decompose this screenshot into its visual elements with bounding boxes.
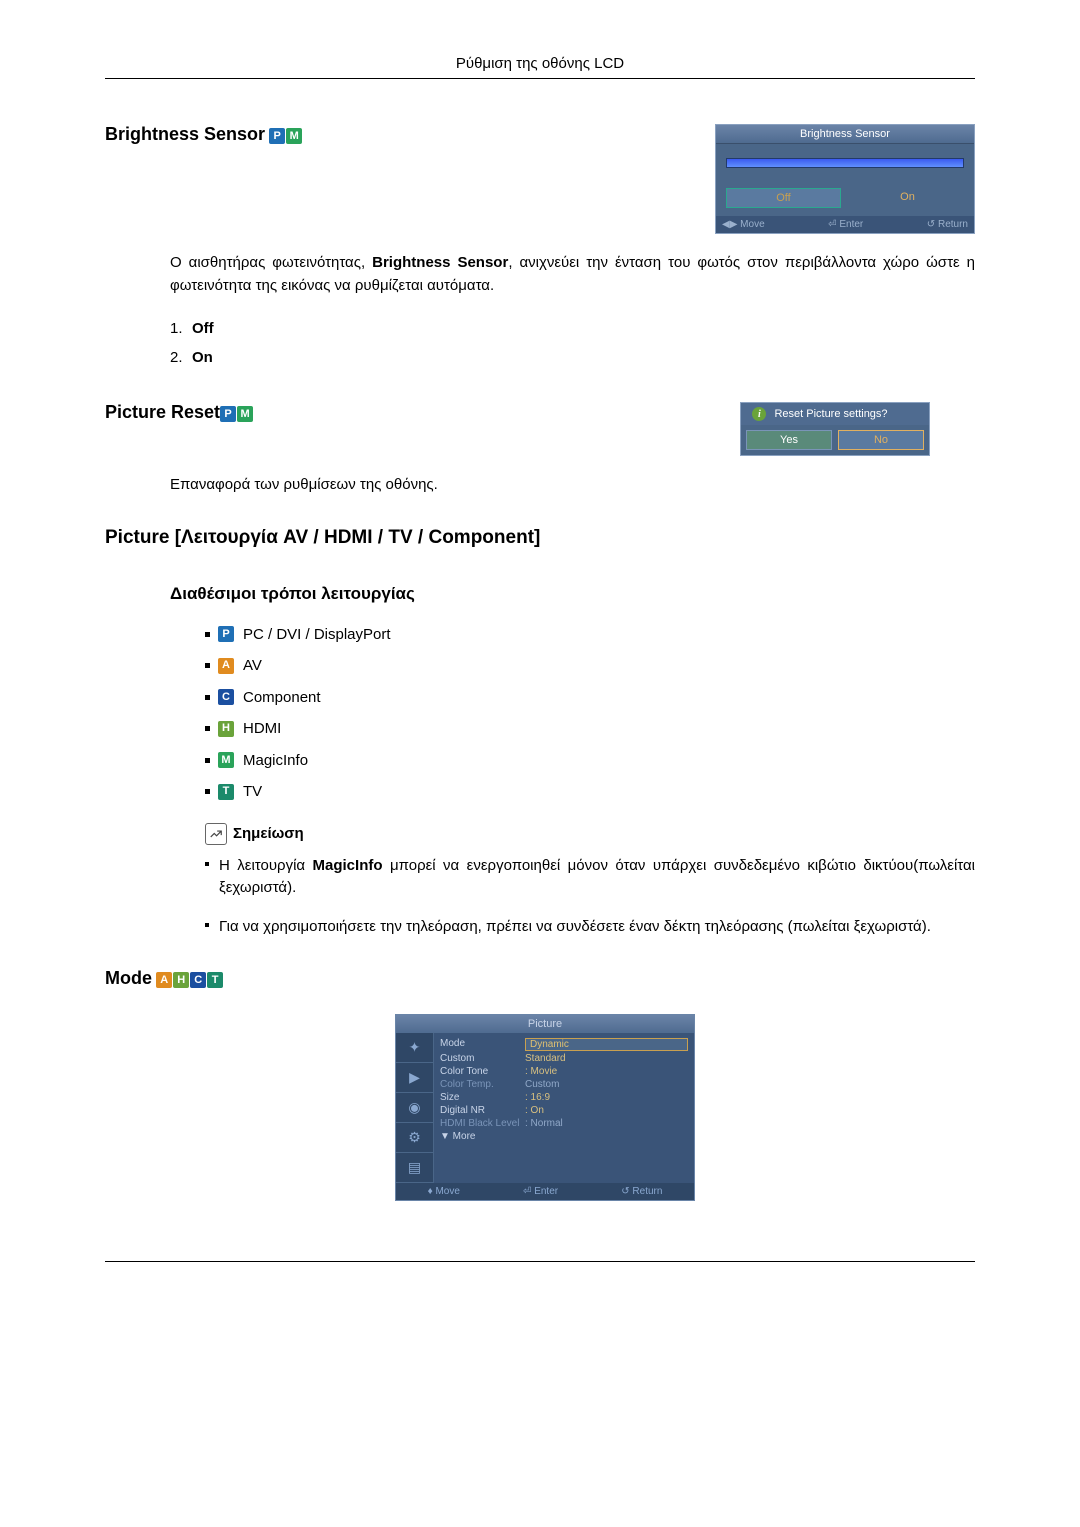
no-button[interactable]: No	[838, 430, 924, 450]
osd-row[interactable]: Size: 16:9	[440, 1091, 688, 1104]
osd-row-label: Color Tone	[440, 1066, 525, 1077]
osd-row-value: : Normal	[525, 1118, 688, 1129]
note-list: Η λειτουργία MagicInfo μπορεί να ενεργοπ…	[205, 855, 975, 939]
picture-av-title: Picture [Λειτουργία AV / HDMI / TV / Com…	[105, 527, 540, 549]
osd-row[interactable]: Digital NR: On	[440, 1104, 688, 1117]
yes-button[interactable]: Yes	[746, 430, 832, 450]
note-icon	[205, 823, 227, 845]
modes-list: P PC / DVI / DisplayPort A AV C Componen…	[205, 619, 975, 808]
mode-item: C Component	[205, 682, 975, 714]
osd-slider-area	[716, 144, 974, 182]
osd-row-label: Mode	[440, 1038, 525, 1051]
osd-return-hint: ↺ Return	[621, 1186, 662, 1197]
modes-subtitle: Διαθέσιμοι τρόποι λειτουργίας	[170, 584, 975, 604]
osd-off-button[interactable]: Off	[726, 188, 841, 208]
osd-row-value: : 16:9	[525, 1092, 688, 1103]
a-icon: A	[156, 972, 172, 988]
p-icon: P	[218, 626, 234, 642]
osd-row-value: : Movie	[525, 1066, 688, 1077]
reset-description: Επαναφορά των ρυθμίσεων της οθόνης.	[170, 474, 975, 497]
mode-item: A AV	[205, 650, 975, 682]
reset-question: Reset Picture settings?	[774, 408, 887, 420]
osd-row-label: HDMI Black Level	[440, 1118, 525, 1129]
brightness-description: Ο αισθητήρας φωτεινότητας, Brightness Se…	[170, 252, 975, 297]
page-header: Ρύθμιση της οθόνης LCD	[105, 55, 975, 79]
osd-row[interactable]: ▼ More	[440, 1130, 688, 1143]
t-icon: T	[218, 784, 234, 800]
osd-slider-bar[interactable]	[726, 158, 964, 168]
osd-on-button[interactable]: On	[851, 188, 964, 208]
brightness-osd-panel: Brightness Sensor Off On ◀▶ Move ⏎ Enter…	[715, 124, 975, 234]
sidebar-gear-icon[interactable]: ⚙	[396, 1123, 433, 1153]
osd-main-area: ModeDynamicCustomStandardColor Tone: Mov…	[434, 1033, 694, 1183]
osd-enter-hint: ⏎ Enter	[523, 1186, 558, 1197]
osd-row-label: Custom	[440, 1053, 525, 1064]
osd-row-value: Dynamic	[525, 1038, 688, 1051]
sidebar-display-icon[interactable]: ▶	[396, 1063, 433, 1093]
mode-label: HDMI	[243, 713, 281, 745]
mode-item: P PC / DVI / DisplayPort	[205, 619, 975, 651]
osd-row[interactable]: HDMI Black Level: Normal	[440, 1117, 688, 1130]
osd-title: Brightness Sensor	[716, 125, 974, 144]
mode-label: PC / DVI / DisplayPort	[243, 619, 391, 651]
osd-row[interactable]: Color Tone: Movie	[440, 1065, 688, 1078]
osd-sidebar: ✦ ▶ ◉ ⚙ ▤	[396, 1033, 434, 1183]
picture-osd-panel: Picture ✦ ▶ ◉ ⚙ ▤ ModeDynamicCustomStand…	[395, 1014, 695, 1201]
mode-item: T TV	[205, 776, 975, 808]
osd-row-label: Color Temp.	[440, 1079, 525, 1090]
sidebar-picture-icon[interactable]: ✦	[396, 1033, 433, 1063]
p-icon: P	[269, 128, 285, 144]
mode-title: Mode	[105, 968, 152, 989]
mode-label: AV	[243, 650, 262, 682]
c-icon: C	[218, 689, 234, 705]
osd-row-value: Custom	[525, 1079, 688, 1090]
t-icon: T	[207, 972, 223, 988]
mode-label: TV	[243, 776, 262, 808]
m-icon: M	[218, 752, 234, 768]
m-icon: M	[237, 406, 253, 422]
osd-row-value: Standard	[525, 1053, 688, 1064]
footer-rule	[105, 1261, 975, 1262]
osd-row-value: : On	[525, 1105, 688, 1116]
osd-move-hint: ◀▶ Move	[722, 219, 765, 230]
note-heading: Σημείωση	[205, 823, 975, 845]
osd-return-hint: ↺ Return	[927, 219, 968, 230]
osd-enter-hint: ⏎ Enter	[828, 219, 863, 230]
h-icon: H	[173, 972, 189, 988]
mode-item: M MagicInfo	[205, 745, 975, 777]
osd-row-label: Digital NR	[440, 1105, 525, 1116]
h-icon: H	[218, 721, 234, 737]
picture-reset-title: Picture Reset	[105, 402, 220, 423]
osd-row-label: ▼ More	[440, 1131, 525, 1142]
mode-label: MagicInfo	[243, 745, 308, 777]
osd-row-label: Size	[440, 1092, 525, 1103]
mode-label: Component	[243, 682, 321, 714]
osd-move-hint: ♦ Move	[428, 1186, 460, 1197]
p-icon: P	[220, 406, 236, 422]
note-item: Για να χρησιμοποιήσετε την τηλεόραση, πρ…	[205, 916, 975, 939]
sidebar-multi-icon[interactable]: ▤	[396, 1153, 433, 1183]
osd-row[interactable]: Color Temp.Custom	[440, 1078, 688, 1091]
osd-row[interactable]: CustomStandard	[440, 1052, 688, 1065]
brightness-title: Brightness Sensor	[105, 124, 265, 145]
sidebar-settings-icon[interactable]: ◉	[396, 1093, 433, 1123]
a-icon: A	[218, 658, 234, 674]
info-icon: i	[752, 407, 766, 421]
osd-row[interactable]: ModeDynamic	[440, 1037, 688, 1052]
m-icon: M	[286, 128, 302, 144]
note-item: Η λειτουργία MagicInfo μπορεί να ενεργοπ…	[205, 855, 975, 900]
brightness-options-list: 1.Off 2.On	[170, 315, 975, 372]
mode-item: H HDMI	[205, 713, 975, 745]
picture-osd-title: Picture	[396, 1015, 694, 1033]
c-icon: C	[190, 972, 206, 988]
reset-dialog: i Reset Picture settings? Yes No	[740, 402, 930, 456]
